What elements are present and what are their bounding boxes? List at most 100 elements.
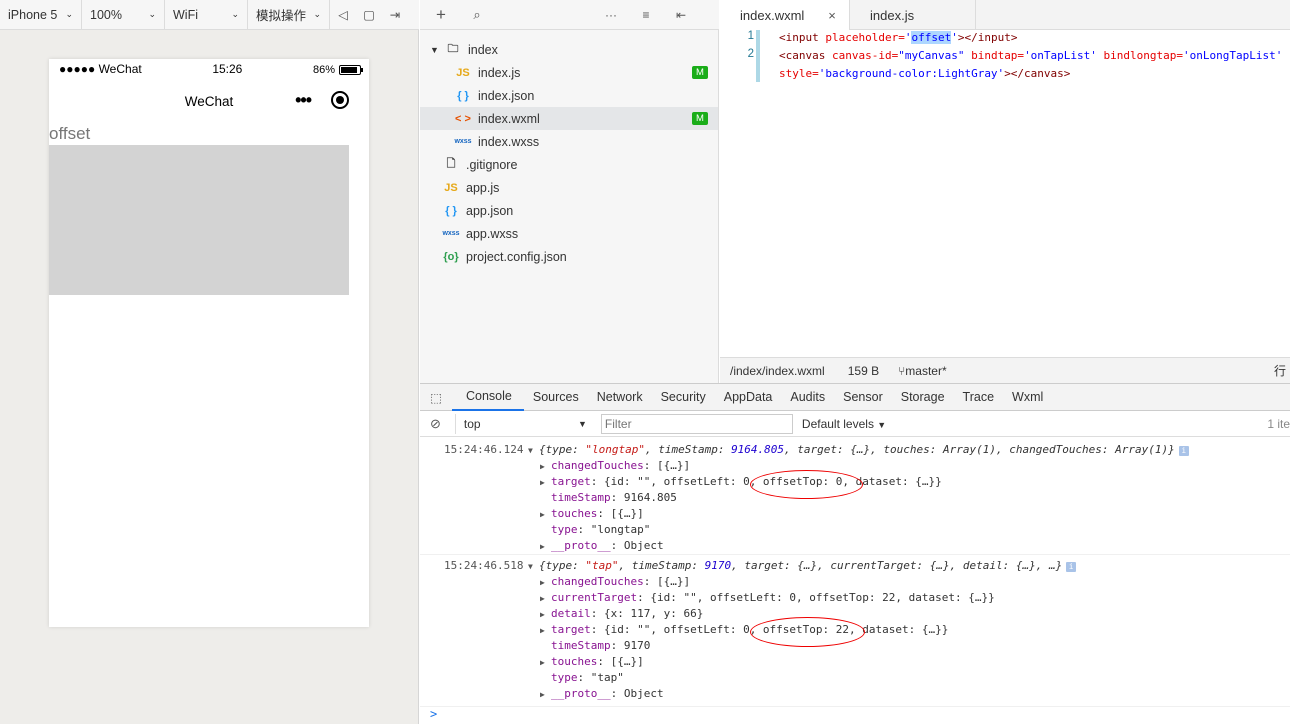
property-key: target [551, 475, 591, 488]
chevron-down-icon: ⌄ [313, 9, 321, 19]
close-miniprogram-icon[interactable] [331, 91, 349, 109]
file-name: .gitignore [466, 157, 518, 172]
modified-marker [756, 30, 760, 82]
log-property[interactable]: ▶ __proto__: Object [540, 538, 664, 555]
mute-icon[interactable]: ◁ [330, 0, 356, 30]
context-select[interactable]: top ▼ [454, 413, 589, 434]
branch-icon: ⑂ [898, 363, 906, 378]
device-select[interactable]: iPhone 5 ⌄ [0, 0, 82, 30]
log-property[interactable]: ▶ target: {id: "", offsetLeft: 0, offsetT… [540, 622, 948, 639]
filetree-toolbar: + ⌕ ··· ≡ ⇤ [420, 0, 719, 30]
js-file-icon: JS [444, 181, 458, 194]
code-line-2-wrap: style='background-color:LightGray'></can… [779, 66, 1070, 82]
tab-appdata[interactable]: AppData [715, 384, 782, 411]
file-item[interactable]: JS index.js M [420, 61, 718, 84]
folder-index[interactable]: ▼ 🗀 index [420, 38, 718, 61]
tab-audits[interactable]: Audits [781, 384, 834, 411]
property-value: : 9164.805 [610, 491, 677, 504]
log-timestamp: 15:24:46.124 [444, 443, 524, 456]
log-property[interactable]: ▶ changedTouches: [{…}] [540, 574, 690, 591]
tab-sensor[interactable]: Sensor [834, 384, 892, 411]
file-tree: ▼ 🗀 index JS index.js M { } index.json < > ind… [420, 30, 719, 383]
filter-input[interactable] [600, 413, 793, 434]
log-property[interactable]: ▶ currentTarget: {id: "", offsetLeft: 0, … [540, 590, 995, 607]
rotate-icon[interactable]: ▢ [356, 0, 382, 30]
chevron-down-icon: ⌄ [65, 9, 73, 19]
info-icon[interactable]: i [1066, 562, 1077, 572]
console-output: 15:24:46.124 ▼ {type: "longtap", timeStam… [420, 437, 1290, 724]
add-icon[interactable]: + [428, 0, 454, 30]
tab-label: index.js [870, 7, 915, 23]
tab-security[interactable]: Security [652, 384, 715, 411]
file-item[interactable]: { } index.json [420, 84, 718, 107]
chevron-down-icon: ⌄ [148, 9, 156, 19]
property-value: : [{…}] [597, 655, 644, 668]
more-icon[interactable]: ··· [598, 0, 624, 30]
cursor-position[interactable]: 行 [1274, 362, 1286, 379]
log-property[interactable]: ▶ detail: {x: 117, y: 66} [540, 606, 703, 623]
clear-console-icon[interactable]: ⊘ [430, 416, 441, 432]
search-icon[interactable]: ⌕ [464, 0, 490, 30]
file-size: 159 B [847, 363, 880, 378]
file-item[interactable]: wxss index.wxss [420, 130, 718, 153]
log-text: 9164.805 [731, 443, 785, 456]
tab-wxml[interactable]: Wxml [1003, 384, 1052, 411]
log-property[interactable]: ▶ touches: [{…}] [540, 506, 644, 523]
tab-label: index.wxml [740, 7, 805, 23]
console-prompt[interactable]: > [430, 707, 437, 721]
more-icon[interactable]: ••• [295, 91, 312, 109]
file-item[interactable]: < > index.wxml M [420, 107, 718, 130]
tab-trace[interactable]: Trace [954, 384, 1004, 411]
highlight-ellipse [750, 470, 863, 499]
git-branch[interactable]: master* [905, 364, 946, 378]
tab-console[interactable]: Console [452, 383, 524, 411]
simulator-toolbar: iPhone 5 ⌄ 100% ⌄ WiFi ⌄ 模拟操作 ⌄ ◁ ▢ ⇥ [0, 0, 419, 30]
property-value: : [{…}] [643, 459, 691, 472]
close-icon[interactable]: × [828, 8, 836, 23]
detach-icon[interactable]: ⇥ [382, 0, 408, 30]
chevron-down-icon: ⌄ [231, 9, 239, 19]
file-item[interactable]: {o} project.config.json [420, 245, 718, 268]
file-path: /index/index.wxml [730, 363, 825, 378]
log-property[interactable]: ▶ changedTouches: [{…}] [540, 458, 690, 475]
levels-select[interactable]: Default levels ▼ [802, 417, 886, 431]
toggle-panel-icon[interactable]: ⇤ [668, 0, 694, 30]
property-key: type [551, 671, 578, 684]
code-editor[interactable]: 1 2 <input placeholder='offset'></input>… [720, 30, 1290, 357]
log-property[interactable]: ▶ __proto__: Object [540, 686, 664, 703]
code-token: 'onLongTapList' [1183, 49, 1283, 62]
info-icon[interactable]: i [1178, 446, 1189, 456]
log-summary[interactable]: ▼ {type: "tap", timeStamp: 9170, target: … [528, 558, 1077, 575]
file-item[interactable]: wxss app.wxss [420, 222, 718, 245]
code-token: bindtap= [964, 49, 1025, 62]
file-item[interactable]: { } app.json [420, 199, 718, 222]
log-summary[interactable]: ▼ {type: "longtap", timeStamp: 9164.805, … [528, 442, 1189, 459]
capsule-menu: ••• [295, 91, 349, 109]
tab-index-wxml[interactable]: index.wxml × [720, 0, 850, 30]
offset-input[interactable]: offset [49, 123, 369, 145]
network-label: WiFi [173, 7, 198, 22]
log-property: timeStamp: 9164.805 [540, 490, 677, 506]
file-item[interactable]: JS app.js [420, 176, 718, 199]
tab-storage[interactable]: Storage [892, 384, 954, 411]
wxss-file-icon: wxss [442, 230, 460, 237]
collapse-icon[interactable]: ≡ [633, 0, 659, 30]
log-property[interactable]: ▶ target: {id: "", offsetLeft: 0, offsetT… [540, 474, 942, 491]
file-name: index.wxss [478, 134, 540, 149]
log-property[interactable]: ▶ touches: [{…}] [540, 654, 644, 671]
tab-index-js[interactable]: index.js [850, 0, 976, 30]
tab-network[interactable]: Network [588, 384, 652, 411]
zoom-select[interactable]: 100% ⌄ [82, 0, 165, 30]
file-name: index.wxml [478, 111, 540, 126]
my-canvas[interactable] [49, 145, 349, 295]
log-property: type: "tap" [540, 670, 624, 686]
devtools-tab-list: Console Sources Network Security AppData Audi… [452, 383, 1052, 411]
caret-down-icon: ▼ [528, 562, 533, 571]
tab-sources[interactable]: Sources [524, 384, 588, 411]
operation-select[interactable]: 模拟操作 ⌄ [248, 0, 330, 30]
log-timestamp: 15:24:46.518 [444, 559, 524, 572]
context-label: top [463, 416, 481, 431]
inspect-icon[interactable]: ⬚ [420, 382, 452, 412]
file-item[interactable]: 🗋 .gitignore [420, 153, 718, 176]
network-select[interactable]: WiFi ⌄ [165, 0, 248, 30]
